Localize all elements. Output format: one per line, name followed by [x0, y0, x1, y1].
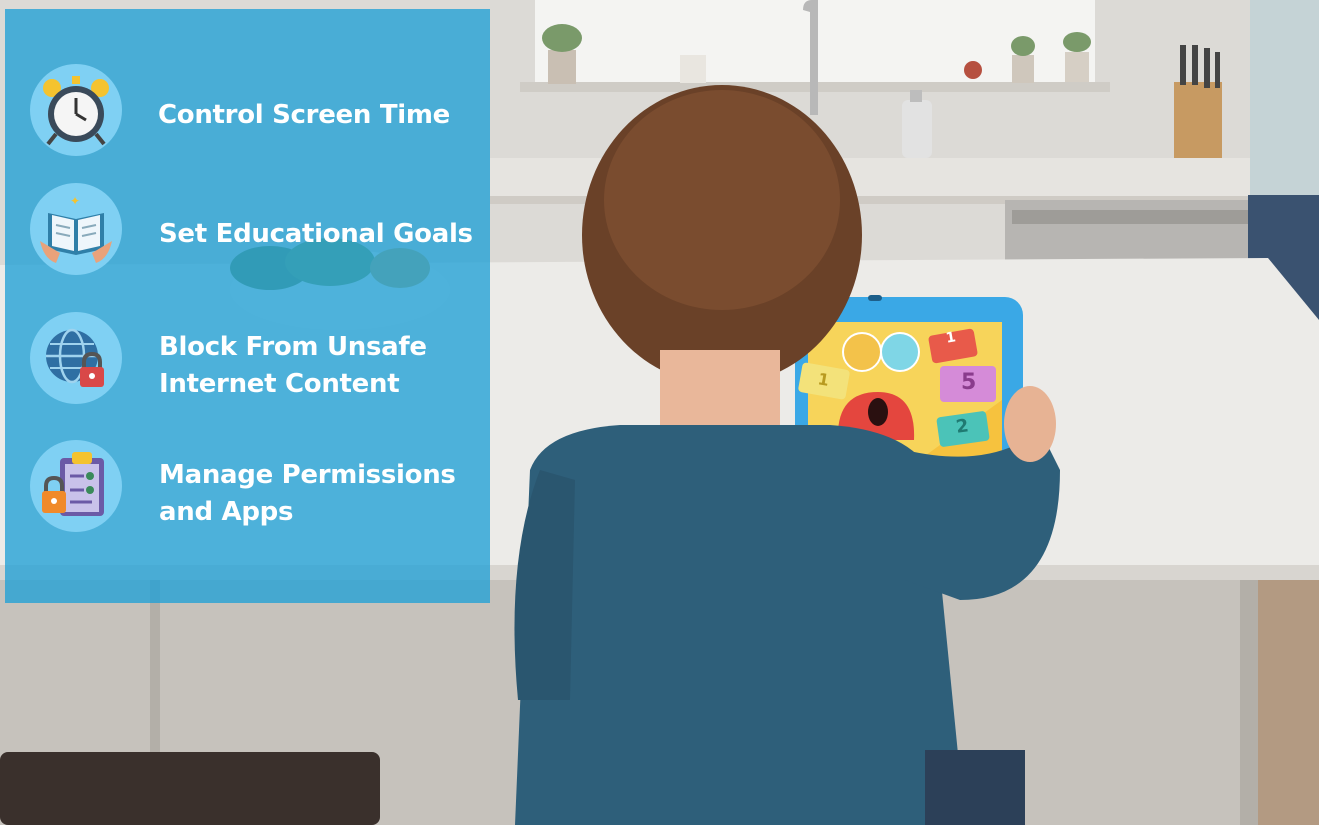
feature-label-line: Manage Permissions	[159, 460, 456, 490]
open-book-icon: ✦	[30, 183, 122, 275]
feature-label-line: Internet Content	[159, 369, 400, 399]
feature-label: Control Screen Time	[158, 100, 450, 130]
clipboard-lock-icon	[30, 440, 122, 532]
feature-label: Manage Permissions and Apps	[159, 457, 456, 531]
svg-text:✦: ✦	[70, 194, 80, 208]
feature-control-screen-time: Control Screen Time	[5, 64, 490, 164]
tablet-number-5: 5	[961, 370, 977, 395]
alarm-clock-icon	[30, 64, 122, 156]
feature-set-educational-goals: ✦ Set Educational Goals	[5, 183, 490, 283]
features-panel: Control Screen Time ✦ Set Educational Go…	[5, 9, 490, 603]
feature-label-line: Block From Unsafe	[159, 332, 427, 362]
feature-label: Block From Unsafe Internet Content	[159, 329, 427, 403]
feature-block-unsafe-content: Block From Unsafe Internet Content	[5, 312, 490, 412]
feature-manage-permissions: Manage Permissions and Apps	[5, 440, 490, 540]
globe-lock-icon	[30, 312, 122, 404]
feature-label-line: and Apps	[159, 497, 294, 527]
feature-label: Set Educational Goals	[159, 219, 473, 249]
